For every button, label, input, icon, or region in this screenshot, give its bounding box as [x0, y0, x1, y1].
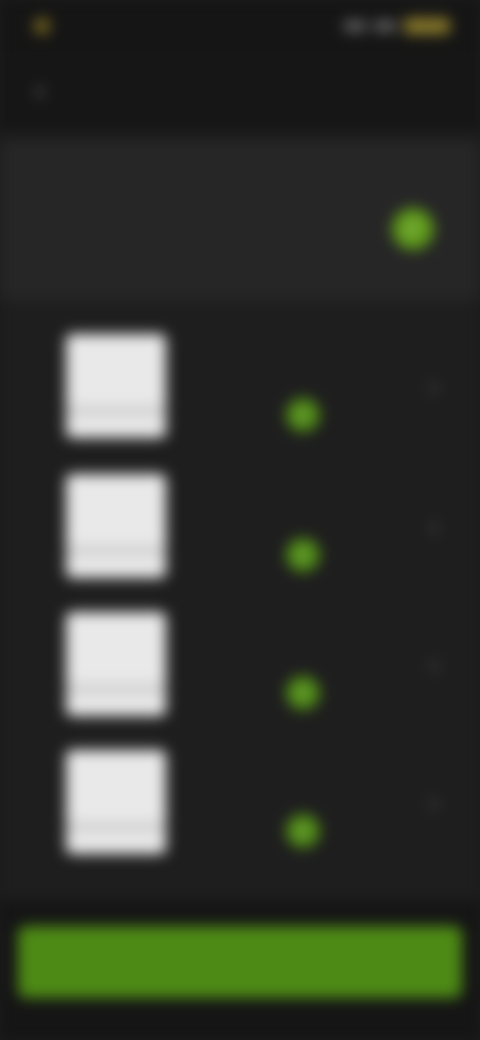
list-item[interactable]: ✓ ›: [0, 440, 480, 578]
list-item[interactable]: ✓ ›: [0, 578, 480, 716]
wifi-icon: [374, 21, 396, 31]
thumbnail-stripe: [66, 406, 166, 416]
item-thumbnail: [66, 750, 166, 854]
check-icon: ✓: [295, 682, 311, 703]
chevron-right-icon: ›: [429, 370, 439, 401]
status-bar: [0, 0, 480, 52]
battery-icon: [404, 18, 450, 34]
list-item[interactable]: ✓ ›: [0, 300, 480, 438]
footer-bar: [0, 900, 480, 1040]
primary-action-button[interactable]: [18, 926, 462, 998]
status-right: [344, 16, 450, 36]
app-header: ‹: [0, 52, 480, 130]
summary-status-badge: ✓: [392, 208, 434, 250]
thumbnail-stripe: [66, 546, 166, 556]
item-list: ✓ › ✓ › ✓ › ✓ ›: [0, 300, 480, 900]
notification-icon: [34, 18, 50, 34]
item-open-button[interactable]: ›: [420, 370, 448, 401]
back-button[interactable]: ‹: [26, 74, 54, 105]
check-icon: ✓: [295, 820, 311, 841]
item-status-badge: ✓: [286, 814, 320, 848]
signal-icon: [344, 21, 366, 31]
summary-card: ✓: [0, 140, 480, 300]
item-status-badge: ✓: [286, 398, 320, 432]
item-thumbnail: [66, 334, 166, 438]
item-thumbnail: [66, 474, 166, 578]
app-screen: ‹ ✓ ✓ › ✓ › ✓ › ✓ ›: [0, 0, 480, 1040]
chevron-right-icon: ›: [429, 786, 439, 817]
chevron-left-icon: ‹: [35, 74, 45, 105]
check-icon: ✓: [295, 544, 311, 565]
item-open-button[interactable]: ›: [420, 510, 448, 541]
chevron-right-icon: ›: [429, 510, 439, 541]
thumbnail-stripe: [66, 684, 166, 694]
item-status-badge: ✓: [286, 676, 320, 710]
check-icon: ✓: [403, 216, 423, 241]
item-open-button[interactable]: ›: [420, 786, 448, 817]
item-open-button[interactable]: ›: [420, 648, 448, 679]
item-status-badge: ✓: [286, 538, 320, 572]
status-left: [34, 16, 60, 36]
thumbnail-stripe: [66, 822, 166, 832]
chevron-right-icon: ›: [429, 648, 439, 679]
item-thumbnail: [66, 612, 166, 716]
check-icon: ✓: [295, 404, 311, 425]
list-item[interactable]: ✓ ›: [0, 716, 480, 854]
